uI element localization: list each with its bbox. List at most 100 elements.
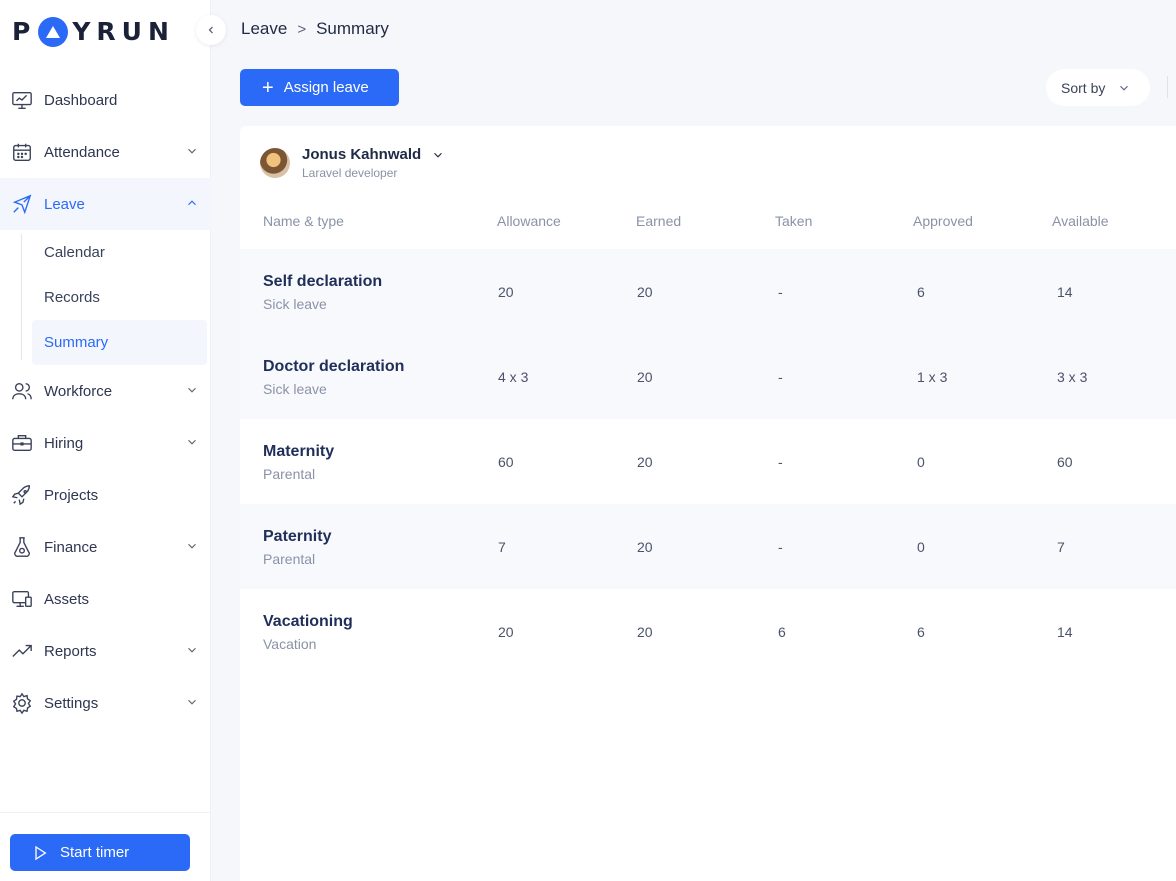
column-header-allowance: Allowance — [497, 213, 561, 229]
employee-name: Jonus Kahnwald — [302, 146, 422, 163]
earned-cell: 20 — [637, 624, 653, 640]
sidebar-item-settings[interactable]: Settings — [0, 677, 211, 729]
employee-role: Laravel developer — [302, 166, 398, 180]
breadcrumb: Leave > Summary — [241, 19, 389, 39]
column-header-earned: Earned — [636, 213, 682, 229]
chevron-down-icon — [188, 148, 196, 154]
earned-cell: 20 — [637, 369, 653, 385]
airplane-icon — [10, 192, 34, 216]
submenu-line — [21, 234, 22, 360]
sidebar-item-reports[interactable]: Reports — [0, 625, 211, 677]
start-timer-label: Start timer — [60, 844, 130, 861]
sidebar-item-attendance[interactable]: Attendance — [0, 126, 211, 178]
sidebar-item-hiring[interactable]: Hiring — [0, 417, 211, 469]
leave-name: Doctor declaration — [263, 358, 405, 375]
assign-leave-button[interactable]: + Assign leave — [240, 69, 399, 106]
leave-name: Paternity — [263, 528, 332, 545]
column-header-available: Available — [1052, 213, 1109, 229]
chevron-left-icon — [208, 26, 213, 34]
sort-by-dropdown[interactable]: Sort by — [1046, 69, 1150, 106]
allowance-cell: 7 — [498, 539, 506, 555]
sidebar-item-projects[interactable]: Projects — [0, 469, 211, 521]
sidebar-item-label: Dashboard — [44, 91, 118, 109]
flask-icon — [10, 535, 34, 559]
chevron-down-icon — [188, 387, 196, 393]
chevron-down-icon — [188, 647, 196, 653]
approved-cell: 6 — [917, 624, 925, 640]
leave-type: Sick leave — [263, 381, 327, 397]
sidebar-item-label: Finance — [44, 538, 98, 556]
leave-summary-card: Jonus Kahnwald Laravel developer Name & … — [240, 126, 1176, 881]
approved-cell: 6 — [917, 284, 925, 300]
breadcrumb-parent[interactable]: Leave — [241, 19, 287, 39]
play-icon — [35, 845, 47, 860]
approved-cell: 1 x 3 — [917, 369, 948, 385]
earned-cell: 20 — [637, 284, 653, 300]
available-cell: 3 x 3 — [1057, 369, 1088, 385]
sidebar-item-label: Hiring — [44, 434, 84, 452]
chevron-down-icon — [188, 543, 196, 549]
allowance-cell: 20 — [498, 284, 514, 300]
users-icon — [10, 379, 34, 403]
leave-name: Self declaration — [263, 273, 383, 290]
chevron-down-icon — [434, 152, 443, 158]
gear-icon — [10, 691, 34, 715]
avatar — [260, 148, 290, 178]
earned-cell: 20 — [637, 539, 653, 555]
plus-icon: + — [262, 76, 274, 99]
leave-table-body: Self declaration Sick leave 20 20 - 6 14… — [240, 249, 1176, 674]
allowance-cell: 60 — [498, 454, 514, 470]
trend-icon — [10, 639, 34, 663]
timer-area: Start timer — [0, 812, 211, 881]
submenu-item-summary[interactable]: Summary — [32, 320, 207, 365]
sort-by-label: Sort by — [1061, 79, 1106, 96]
breadcrumb-separator: > — [297, 20, 307, 38]
available-cell: 7 — [1057, 539, 1065, 555]
sidebar-item-dashboard[interactable]: Dashboard — [0, 74, 211, 126]
employee-selector[interactable]: Jonus Kahnwald Laravel developer — [260, 146, 445, 180]
table-row[interactable]: Doctor declaration Sick leave 4 x 3 20 -… — [240, 334, 1176, 419]
column-header-taken: Taken — [775, 213, 813, 229]
leave-name: Vacationing — [263, 613, 353, 630]
taken-cell: - — [778, 284, 783, 300]
sidebar: P YRUN Dashboard Attendance Leave Calend… — [0, 0, 211, 881]
table-row[interactable]: Self declaration Sick leave 20 20 - 6 14 — [240, 249, 1176, 334]
chevron-down-icon — [188, 699, 196, 705]
submenu-item-records[interactable]: Records — [0, 275, 211, 320]
sidebar-item-label: Projects — [44, 486, 99, 504]
employee-name-row: Jonus Kahnwald — [302, 146, 445, 163]
submenu-item-calendar[interactable]: Calendar — [0, 230, 211, 275]
taken-cell: - — [778, 454, 783, 470]
taken-cell: - — [778, 539, 783, 555]
sidebar-item-leave[interactable]: Leave — [0, 178, 211, 230]
logo-text-left: P — [12, 16, 37, 46]
taken-cell: - — [778, 369, 783, 385]
leave-type: Parental — [263, 551, 316, 567]
taken-cell: 6 — [778, 624, 786, 640]
sidebar-item-label: Assets — [44, 590, 90, 608]
leave-type: Vacation — [263, 636, 317, 652]
leave-type: Sick leave — [263, 296, 327, 312]
available-cell: 14 — [1057, 624, 1073, 640]
sidebar-nav: Dashboard Attendance Leave Calendar Reco… — [0, 74, 211, 729]
payrun-logo[interactable]: P YRUN — [12, 16, 175, 47]
allowance-cell: 4 x 3 — [498, 369, 529, 385]
collapse-sidebar-button[interactable] — [196, 15, 226, 45]
column-header-name: Name & type — [263, 213, 344, 229]
available-cell: 60 — [1057, 454, 1073, 470]
briefcase-icon — [10, 431, 34, 455]
sidebar-item-label: Leave — [44, 195, 85, 213]
sidebar-item-finance[interactable]: Finance — [0, 521, 211, 573]
sidebar-item-assets[interactable]: Assets — [0, 573, 211, 625]
sidebar-item-workforce[interactable]: Workforce — [0, 365, 211, 417]
table-row[interactable]: Vacationing Vacation 20 20 6 6 14 — [240, 589, 1176, 674]
calendar-icon — [10, 140, 34, 164]
assign-leave-label: Assign leave — [283, 79, 369, 96]
leave-submenu: Calendar Records Summary — [0, 230, 211, 365]
table-row[interactable]: Paternity Parental 7 20 - 0 7 — [240, 504, 1176, 589]
start-timer-button[interactable]: Start timer — [10, 834, 190, 871]
monitor-icon — [10, 88, 34, 112]
sidebar-item-label: Attendance — [44, 143, 120, 161]
logo-text-right: YRUN — [72, 16, 175, 46]
table-row[interactable]: Maternity Parental 60 20 - 0 60 — [240, 419, 1176, 504]
